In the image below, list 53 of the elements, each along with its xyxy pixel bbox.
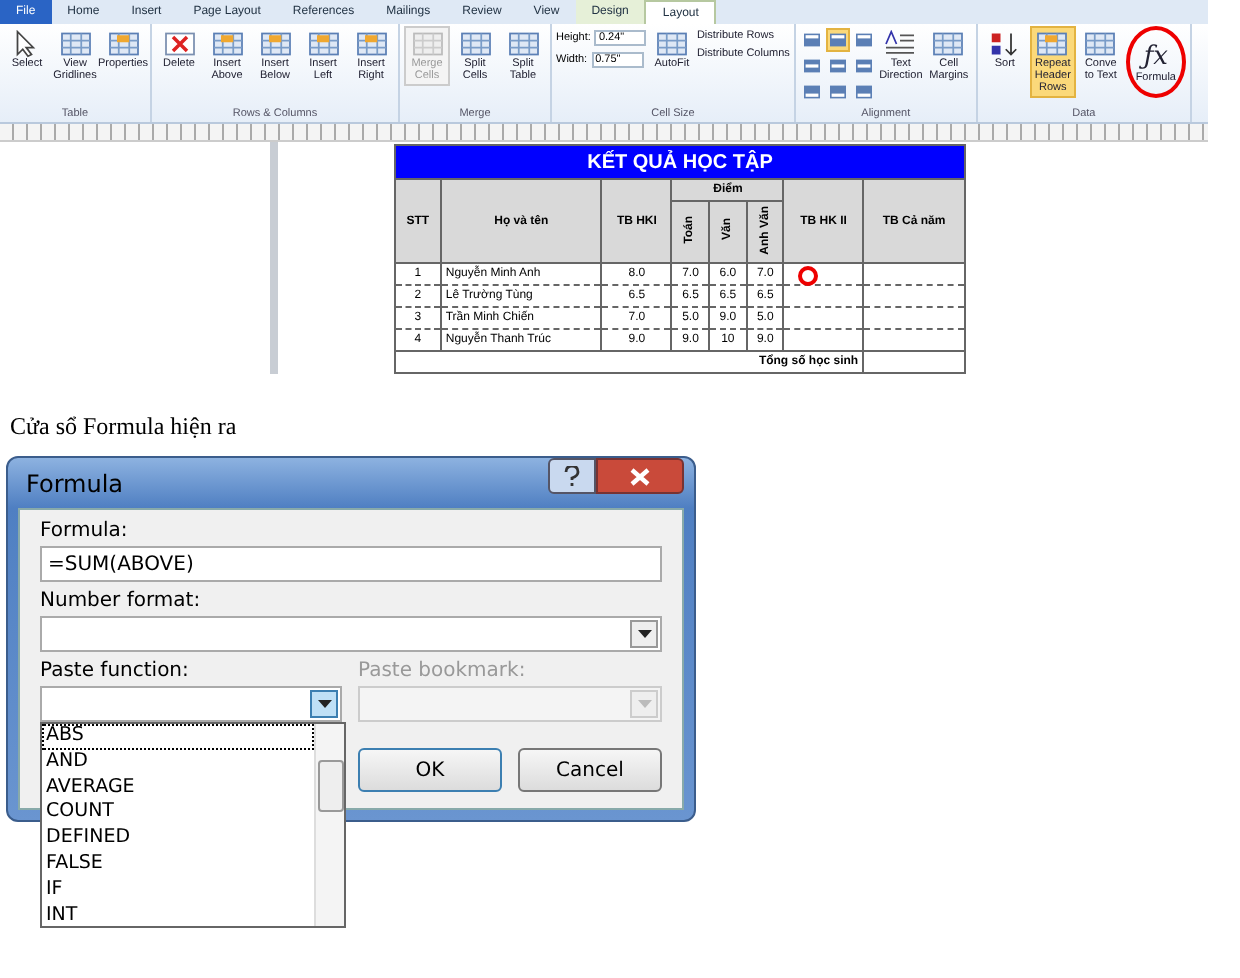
dropdown-arrow-button[interactable] bbox=[310, 690, 338, 718]
insert-row-icon bbox=[307, 30, 339, 58]
dropdown-arrow-icon bbox=[317, 700, 331, 708]
align-button[interactable] bbox=[799, 54, 824, 78]
scrollbar[interactable] bbox=[314, 724, 344, 926]
align-button[interactable] bbox=[799, 80, 824, 104]
dropdown-arrow-icon bbox=[637, 630, 651, 638]
caption-text: Cửa sổ Formula hiện ra bbox=[10, 412, 239, 440]
table-title: KẾT QUẢ HỌC TẬP bbox=[395, 145, 965, 179]
function-item[interactable]: AVERAGE bbox=[42, 775, 314, 801]
function-item[interactable]: IF bbox=[42, 877, 314, 904]
formula-field[interactable]: =SUM(ABOVE) bbox=[40, 546, 662, 582]
align-button[interactable] bbox=[851, 28, 876, 52]
table-grid-icon bbox=[507, 30, 539, 58]
insert-row-icon bbox=[355, 30, 387, 58]
cancel-button[interactable]: Cancel bbox=[518, 748, 662, 792]
function-item[interactable]: AND bbox=[42, 749, 314, 776]
align-button[interactable] bbox=[825, 28, 850, 52]
formula-icon: ƒx bbox=[1143, 41, 1168, 71]
question-mark-icon bbox=[564, 466, 580, 486]
align-button[interactable] bbox=[799, 28, 824, 52]
table-grid-icon bbox=[59, 30, 91, 58]
ok-button[interactable]: OK bbox=[358, 748, 502, 792]
dropdown-arrow-button[interactable] bbox=[630, 620, 658, 648]
insert-row-icon bbox=[211, 30, 243, 58]
align-button[interactable] bbox=[851, 54, 876, 78]
repeat-rows-icon bbox=[1036, 30, 1069, 58]
field-label: Number format: bbox=[40, 588, 203, 616]
close-icon bbox=[630, 467, 650, 485]
help-button[interactable] bbox=[548, 458, 596, 494]
table-grid-icon bbox=[411, 30, 443, 58]
align-button[interactable] bbox=[851, 80, 876, 104]
align-button[interactable] bbox=[825, 80, 850, 104]
field-label: Paste function: bbox=[40, 658, 191, 686]
insert-row-icon bbox=[259, 30, 291, 58]
table-properties-icon bbox=[107, 30, 139, 58]
table-grid-icon bbox=[459, 30, 491, 58]
highlight-circle bbox=[798, 266, 819, 286]
field-label: Formula: bbox=[40, 518, 130, 546]
function-item[interactable]: INT bbox=[42, 903, 314, 929]
field-label: Paste bookmark: bbox=[358, 658, 528, 686]
function-item[interactable]: ABS bbox=[42, 724, 314, 750]
sort-icon bbox=[988, 30, 1021, 58]
function-item[interactable]: FALSE bbox=[42, 851, 314, 878]
paste-function-dropdown[interactable] bbox=[40, 686, 342, 722]
align-button[interactable] bbox=[825, 54, 850, 78]
function-item[interactable]: COUNT bbox=[42, 800, 314, 827]
dialog-title: Formula bbox=[24, 469, 126, 497]
dropdown-arrow-icon bbox=[637, 700, 651, 708]
function-item[interactable]: DEFINED bbox=[42, 826, 314, 852]
text-direction-icon bbox=[884, 30, 917, 58]
delete-table-icon bbox=[163, 30, 195, 58]
close-button[interactable] bbox=[596, 458, 684, 494]
